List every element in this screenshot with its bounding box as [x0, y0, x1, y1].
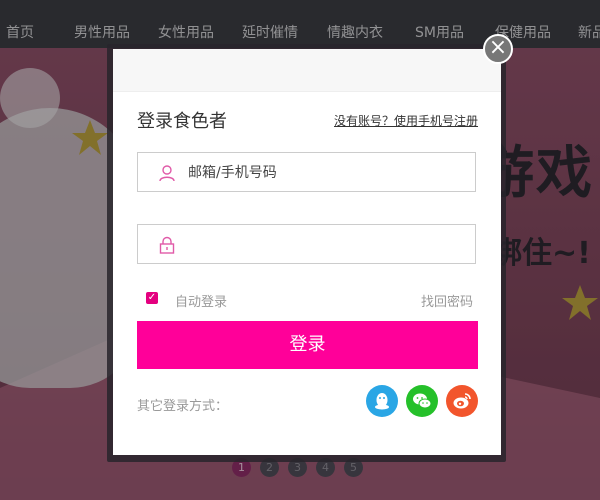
login-title: 登录食色者 — [137, 111, 227, 132]
wechat-login-button[interactable] — [406, 385, 438, 417]
forgot-password-link[interactable]: 找回密码 — [421, 291, 473, 310]
close-button[interactable]: × — [483, 34, 513, 64]
weibo-icon — [453, 393, 471, 409]
user-icon — [159, 165, 175, 182]
login-button[interactable]: 登录 — [137, 321, 478, 369]
remember-label[interactable]: 自动登录 — [175, 291, 227, 310]
lock-icon — [159, 236, 175, 254]
weibo-login-button[interactable] — [446, 385, 478, 417]
password-input[interactable] — [186, 225, 470, 265]
close-icon: × — [488, 35, 508, 60]
remember-checkbox[interactable]: ✓ — [146, 292, 158, 304]
username-field[interactable] — [137, 152, 476, 193]
other-login-label: 其它登录方式： — [137, 399, 229, 414]
register-link[interactable]: 没有账号？使用手机号注册 — [334, 112, 478, 129]
remember-checkbox-wrap[interactable]: ✓ — [146, 292, 158, 304]
modal-header — [113, 49, 501, 92]
username-input[interactable] — [186, 153, 470, 193]
qq-icon — [375, 393, 389, 410]
password-field[interactable] — [137, 224, 476, 265]
wechat-icon — [413, 393, 432, 409]
qq-login-button[interactable] — [366, 385, 398, 417]
